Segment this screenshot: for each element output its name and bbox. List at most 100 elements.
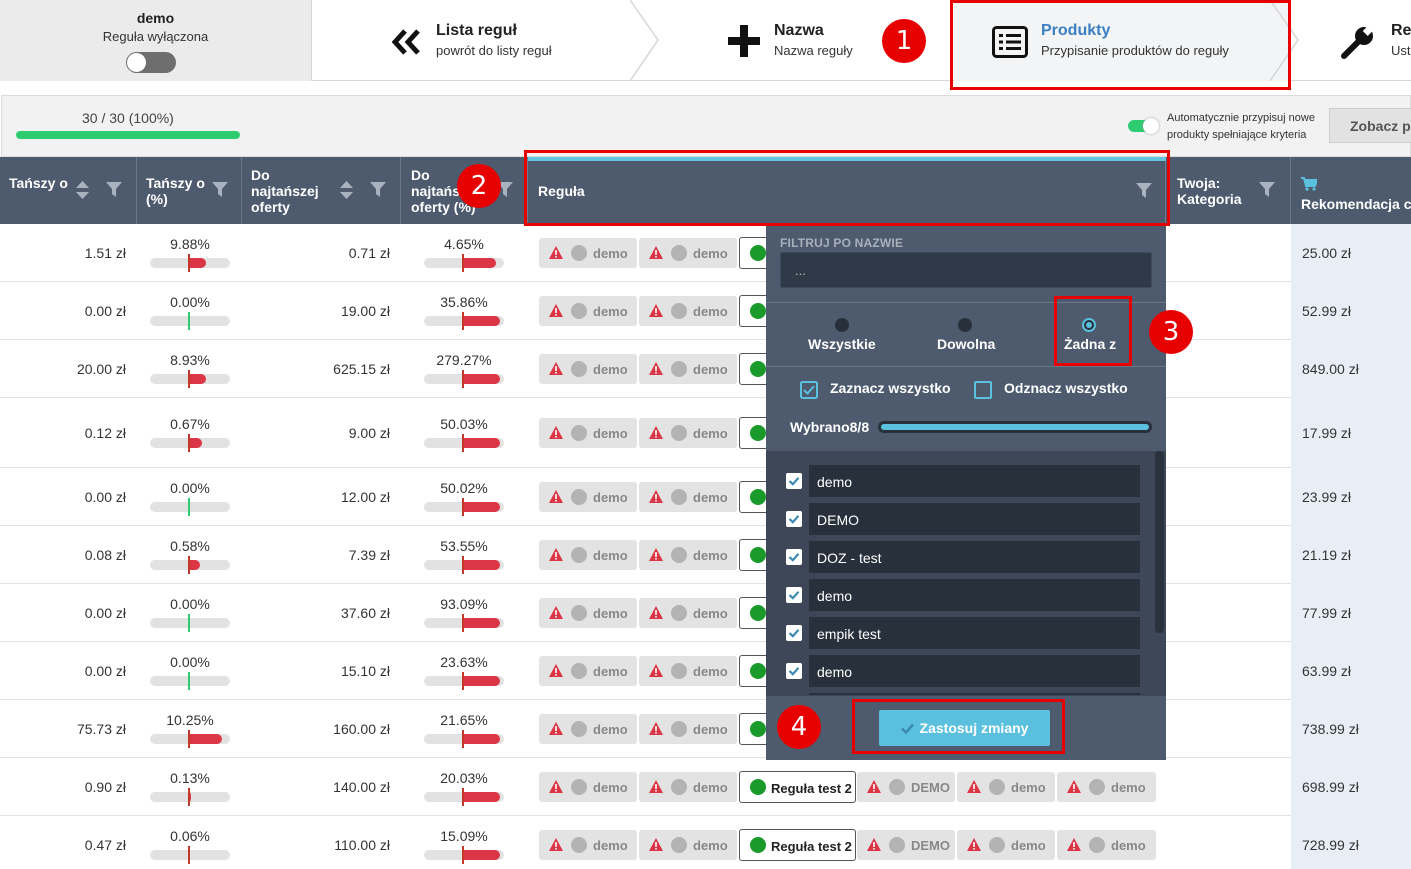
option-checkbox[interactable] [786,663,802,679]
option-checkbox[interactable] [786,625,802,641]
sort-icon[interactable] [340,181,353,199]
table-row[interactable]: 0.00 zł 0.00% 12.00 zł 50.02% demo demo 23… [0,468,1411,526]
rule-chip[interactable]: demo [639,714,737,744]
select-all-label[interactable]: Zaznacz wszystko [830,380,951,396]
step-settings[interactable]: Re Ust [1300,0,1411,81]
table-row[interactable]: 20.00 zł 8.93% 625.15 zł 279.27% demo dem… [0,340,1411,398]
table-row[interactable]: 0.00 zł 0.00% 15.10 zł 23.63% demo demo 63… [0,642,1411,700]
warning-icon [867,780,881,793]
rule-chip[interactable]: demo [639,238,737,268]
column-category[interactable]: Twoja: Kategoria [1166,157,1291,224]
rule-chip[interactable]: demo [1057,830,1156,860]
table-row[interactable]: 0.47 zł 0.06% 110.00 zł 15.09% demo demo R… [0,816,1411,869]
rule-chip[interactable]: demo [639,418,737,448]
column-cheaper-pct[interactable]: Tańszy o (%) [137,157,242,224]
filter-icon[interactable] [1259,182,1275,197]
table-row[interactable]: 0.00 zł 0.00% 37.60 zł 93.09% demo demo 77… [0,584,1411,642]
option-checkbox[interactable] [786,549,802,565]
rule-chip-active[interactable]: Reguła test 2 [739,829,856,861]
apply-changes-button[interactable]: Zastosuj zmiany [879,710,1050,746]
auto-assign-toggle[interactable] [1128,118,1159,134]
rule-option[interactable]: demo [784,579,1140,611]
rule-chip[interactable]: demo [539,238,637,268]
see-products-button[interactable]: Zobacz pr [1329,108,1411,143]
filter-icon[interactable] [370,182,386,197]
warning-icon [649,246,663,259]
option-checkbox[interactable] [786,511,802,527]
step-rule-list[interactable]: Lista reguł powrót do listy reguł [312,0,630,81]
rule-chip[interactable]: demo [639,354,737,384]
warning-icon [649,606,663,619]
rule-chip[interactable]: demo [957,830,1055,860]
rule-option[interactable]: empik test [784,617,1140,649]
step-products[interactable]: Produkty Przypisanie produktów do reguły [954,0,1290,81]
rule-chip[interactable]: demo [957,772,1055,802]
rule-chip[interactable]: demo [539,830,637,860]
rule-chip[interactable]: demo [539,656,637,686]
filter-icon[interactable] [212,182,228,197]
rule-chip[interactable]: demo [539,296,637,326]
recommendation-cell: 17.99 zł [1291,398,1411,468]
filter-icon[interactable] [106,182,122,197]
list-scrollbar[interactable] [1155,451,1164,633]
rule-chips: demo demo Reguła test 2 DEMO demo demo [0,829,1166,862]
rule-chip[interactable]: demo [539,482,637,512]
table-row[interactable]: 1.51 zł 9.88% 0.71 zł 4.65% demo demo 25.0… [0,224,1411,282]
rule-chip[interactable]: demo [639,296,737,326]
rule-chip-label: demo [693,304,728,319]
rule-chip[interactable]: demo [639,482,737,512]
rule-chip[interactable]: DEMO [857,772,955,802]
rule-chip[interactable]: demo [539,598,637,628]
double-chevron-left-icon [392,29,420,55]
option-checkbox[interactable] [786,587,802,603]
rule-option[interactable]: demo [784,655,1140,687]
table-row[interactable]: 0.00 zł 0.00% 19.00 zł 35.86% demo demo 52… [0,282,1411,340]
warning-icon [967,780,981,793]
deselect-all-label[interactable]: Odznacz wszystko [1004,380,1128,396]
rule-option[interactable]: demo [784,465,1140,497]
filter-icon[interactable] [1136,183,1152,198]
recommendation-value: 17.99 zł [1302,425,1352,441]
warning-icon [549,722,563,735]
rule-chip[interactable]: demo [639,830,737,860]
rule-chip-active[interactable]: Reguła test 2 [739,771,856,803]
warning-icon [549,780,563,793]
rule-chip[interactable]: demo [539,772,637,802]
rule-toggle[interactable] [126,52,176,73]
table-row[interactable]: 75.73 zł 10.25% 160.00 zł 21.65% demo dem… [0,700,1411,758]
rule-chip-label: Reguła test 2 [771,781,852,796]
step-subtitle: Przypisanie produktów do reguły [1041,43,1229,58]
rule-chip[interactable]: demo [639,540,737,570]
column-cheaper[interactable]: Tańszy o [0,157,137,224]
rule-options-list: demo DEMO DOZ - test demo empik test demo [766,451,1166,695]
column-rule[interactable]: Reguła [528,157,1166,224]
rule-chip[interactable]: demo [539,540,637,570]
table-row[interactable]: 0.12 zł 0.67% 9.00 zł 50.03% demo demo 17.… [0,398,1411,468]
recommendation-value: 63.99 zł [1302,663,1352,679]
warning-icon [549,606,563,619]
rule-chip[interactable]: demo [539,418,637,448]
deselect-all-checkbox[interactable] [974,381,992,399]
rule-chip[interactable]: demo [1057,772,1156,802]
warning-icon [649,722,663,735]
rule-chip[interactable]: demo [639,772,737,802]
rule-option[interactable]: DEMO [784,503,1140,535]
sort-icon[interactable] [76,181,89,199]
recommendation-value: 21.19 zł [1302,547,1352,563]
rule-chip[interactable]: demo [539,354,637,384]
rule-chip[interactable]: DEMO [857,830,955,860]
rule-chip[interactable]: demo [639,656,737,686]
column-recommendation[interactable]: Rekomendacja c [1291,157,1411,224]
column-to-cheapest[interactable]: Do najtańszej oferty [242,157,401,224]
cart-icon [1301,177,1317,191]
marker-4: 4 [777,705,821,749]
table-row[interactable]: 0.90 zł 0.13% 140.00 zł 20.03% demo demo R… [0,758,1411,816]
select-all-checkbox[interactable] [800,381,818,399]
option-checkbox[interactable] [786,473,802,489]
filter-name-input[interactable]: ... [780,252,1152,288]
rule-chip-label: demo [1111,780,1146,795]
table-row[interactable]: 0.08 zł 0.58% 7.39 zł 53.55% demo demo 21.… [0,526,1411,584]
rule-option[interactable]: DOZ - test [784,541,1140,573]
rule-chip[interactable]: demo [539,714,637,744]
rule-chip[interactable]: demo [639,598,737,628]
